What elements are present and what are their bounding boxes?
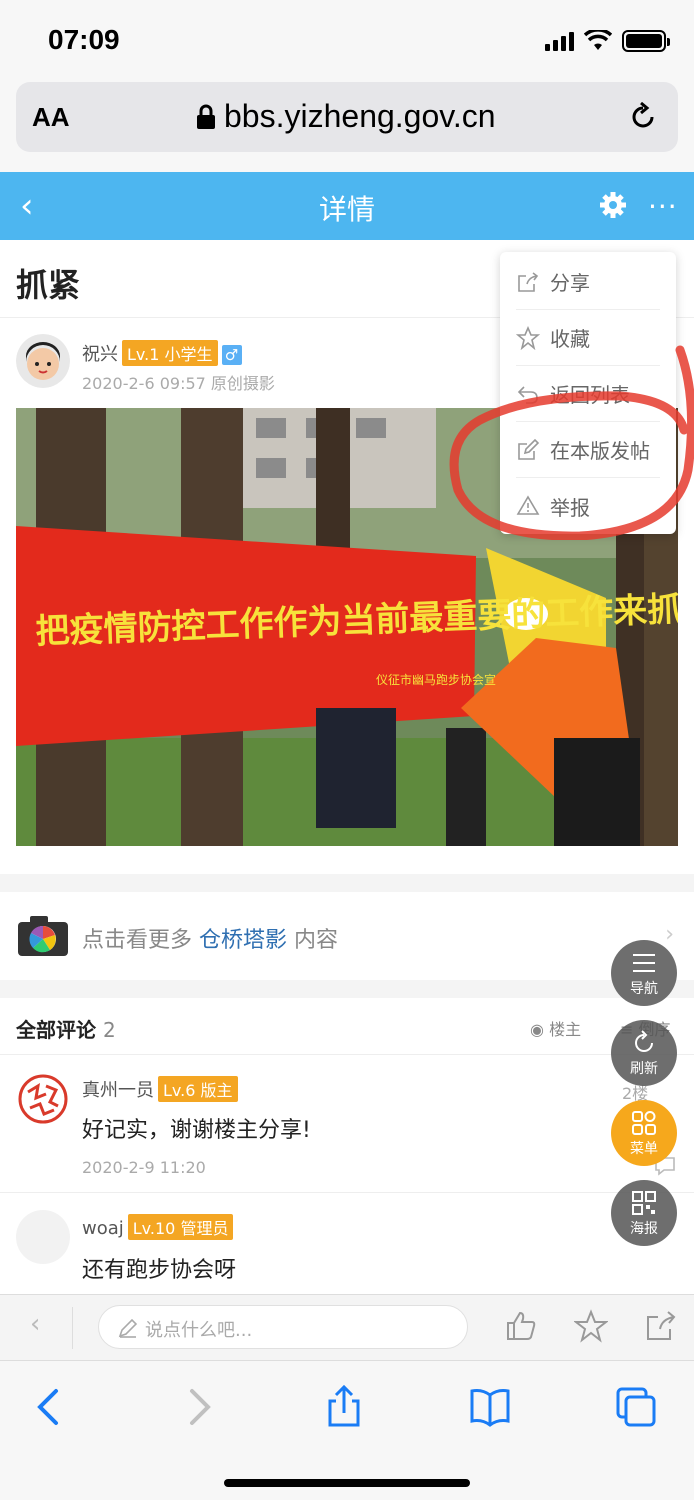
qrcode-icon bbox=[632, 1191, 656, 1215]
post-author[interactable]: 祝兴 bbox=[82, 344, 118, 365]
fab-menu[interactable]: 菜单 bbox=[611, 1100, 677, 1166]
menu-item-share[interactable]: 分享 bbox=[516, 254, 660, 310]
post-meta: 2020-2-6 09:57 原创摄影 bbox=[82, 370, 275, 394]
level-badge: Lv.6 版主 bbox=[158, 1076, 238, 1102]
menu-item-new-post[interactable]: 在本版发帖 bbox=[516, 422, 660, 478]
fab-label: 导航 bbox=[630, 981, 658, 997]
comments-heading: 全部评论 2 bbox=[16, 1014, 116, 1043]
battery-icon bbox=[622, 30, 670, 52]
post-category[interactable]: 原创摄影 bbox=[211, 374, 275, 393]
comment-placeholder: 说点什么吧... bbox=[145, 1320, 253, 1341]
browser-back-icon[interactable] bbox=[28, 1385, 72, 1429]
comment-text: 好记实，谢谢楼主分享! bbox=[82, 1118, 311, 1143]
share-icon bbox=[518, 271, 539, 292]
pencil-icon bbox=[118, 1318, 138, 1338]
comment-author[interactable]: woaj bbox=[82, 1218, 124, 1239]
comment-author[interactable]: 真州一员 bbox=[82, 1080, 154, 1101]
comment-text: 还有跑步协会呀 bbox=[82, 1258, 237, 1283]
fab-label: 刷新 bbox=[630, 1061, 658, 1077]
gender-male-icon: ♂ bbox=[221, 345, 242, 365]
banner-subtext: 仪征市幽马跑步协会宣 bbox=[376, 672, 496, 687]
address-bar[interactable]: AA bbs.yizheng.gov.cn bbox=[16, 82, 678, 152]
comments-title: 全部评论 bbox=[16, 1018, 96, 1042]
more-options-button[interactable]: ··· bbox=[648, 190, 678, 223]
comments-count: 2 bbox=[102, 1018, 116, 1042]
share-icon[interactable] bbox=[644, 1309, 678, 1343]
level-badge: Lv.10 管理员 bbox=[127, 1214, 234, 1240]
browser-toolbar bbox=[0, 1360, 694, 1500]
menu-item-favorite[interactable]: 收藏 bbox=[516, 310, 660, 366]
fab-navigation[interactable]: 导航 bbox=[611, 940, 677, 1006]
cellular-signal-icon bbox=[545, 31, 574, 51]
bookmarks-icon[interactable] bbox=[468, 1385, 512, 1429]
menu-label: 举报 bbox=[550, 495, 590, 520]
grid-icon bbox=[632, 1111, 656, 1135]
divider bbox=[72, 1307, 73, 1349]
comment-date: 2020-2-9 11:20 bbox=[82, 1158, 206, 1177]
refresh-icon bbox=[635, 1030, 653, 1052]
chevron-left-icon[interactable]: ‹ bbox=[30, 1309, 40, 1339]
return-icon bbox=[517, 385, 538, 404]
post-author-line: 祝兴 Lv.1 小学生 ♂ bbox=[82, 340, 242, 366]
page-title: 详情 bbox=[318, 193, 375, 226]
comment-author-line: woaj Lv.10 管理员 bbox=[82, 1214, 234, 1240]
camera-icon bbox=[18, 916, 68, 956]
chevron-right-icon: › bbox=[665, 922, 674, 947]
menu-label: 收藏 bbox=[550, 327, 590, 351]
status-bar: 07:09 bbox=[0, 0, 694, 80]
post-title: 抓紧 bbox=[16, 266, 81, 304]
more-suffix: 内容 bbox=[294, 928, 339, 953]
lock-icon bbox=[197, 104, 215, 129]
url-text: bbs.yizheng.gov.cn bbox=[224, 98, 496, 134]
wifi-icon bbox=[584, 30, 612, 50]
more-content-text: 点击看更多 仓桥塔影 内容 bbox=[82, 922, 338, 954]
fab-poster[interactable]: 海报 bbox=[611, 1180, 677, 1246]
star-icon bbox=[516, 325, 540, 350]
status-icons bbox=[545, 30, 670, 52]
list-icon bbox=[633, 954, 655, 972]
filter-op-label: 楼主 bbox=[549, 1020, 582, 1039]
fab-refresh[interactable]: 刷新 bbox=[611, 1020, 677, 1086]
divider bbox=[0, 1192, 694, 1193]
home-indicator bbox=[224, 1479, 470, 1487]
menu-item-report[interactable]: 举报 bbox=[516, 478, 660, 534]
menu-label: 分享 bbox=[550, 271, 590, 295]
filter-op-button[interactable]: ◉ 楼主 bbox=[530, 1016, 581, 1040]
post-date: 2020-2-6 09:57 bbox=[82, 374, 206, 393]
fab-label: 海报 bbox=[630, 1221, 658, 1237]
comment-author-line: 真州一员 Lv.6 版主 bbox=[82, 1076, 238, 1102]
browser-address-area: AA bbs.yizheng.gov.cn bbox=[0, 80, 694, 172]
menu-item-back-to-list[interactable]: 返回列表 bbox=[516, 366, 660, 422]
text-size-button[interactable]: AA bbox=[32, 102, 70, 133]
avatar[interactable] bbox=[16, 1072, 70, 1126]
reload-icon[interactable] bbox=[628, 102, 658, 132]
more-content-link[interactable]: 点击看更多 仓桥塔影 内容 › bbox=[0, 892, 694, 980]
avatar[interactable] bbox=[16, 1210, 70, 1264]
more-options-menu: 分享 收藏 返回列表 在本版发帖 举报 bbox=[500, 252, 676, 534]
menu-label: 返回列表 bbox=[550, 383, 630, 407]
comment-input[interactable]: 说点什么吧... bbox=[98, 1305, 468, 1349]
more-forum-link[interactable]: 仓桥塔影 bbox=[199, 928, 287, 953]
star-icon[interactable] bbox=[574, 1309, 608, 1343]
url-display[interactable]: bbs.yizheng.gov.cn bbox=[196, 98, 496, 135]
menu-label: 在本版发帖 bbox=[550, 439, 650, 463]
comments-section: 全部评论 2 ◉ 楼主 ≡ 倒序 真州一员Lv.6 版主 2楼 好记实，谢谢楼主… bbox=[0, 998, 694, 1294]
tabs-icon[interactable] bbox=[614, 1385, 658, 1429]
status-time: 07:09 bbox=[48, 24, 120, 55]
post-toolbar: ‹ 说点什么吧... bbox=[0, 1294, 694, 1360]
eye-icon: ◉ bbox=[530, 1020, 544, 1039]
gear-icon[interactable] bbox=[598, 190, 628, 220]
fab-label: 菜单 bbox=[630, 1141, 658, 1157]
like-icon[interactable] bbox=[504, 1309, 538, 1343]
browser-share-icon[interactable] bbox=[322, 1385, 366, 1429]
nav-header: ‹ 详情 ··· bbox=[0, 172, 694, 240]
level-badge: Lv.1 小学生 bbox=[122, 340, 218, 366]
browser-forward-icon[interactable] bbox=[176, 1385, 220, 1429]
warning-icon bbox=[516, 495, 540, 515]
more-prefix: 点击看更多 bbox=[82, 928, 193, 953]
divider bbox=[0, 1054, 694, 1055]
edit-icon bbox=[518, 438, 540, 460]
avatar[interactable] bbox=[16, 334, 70, 388]
